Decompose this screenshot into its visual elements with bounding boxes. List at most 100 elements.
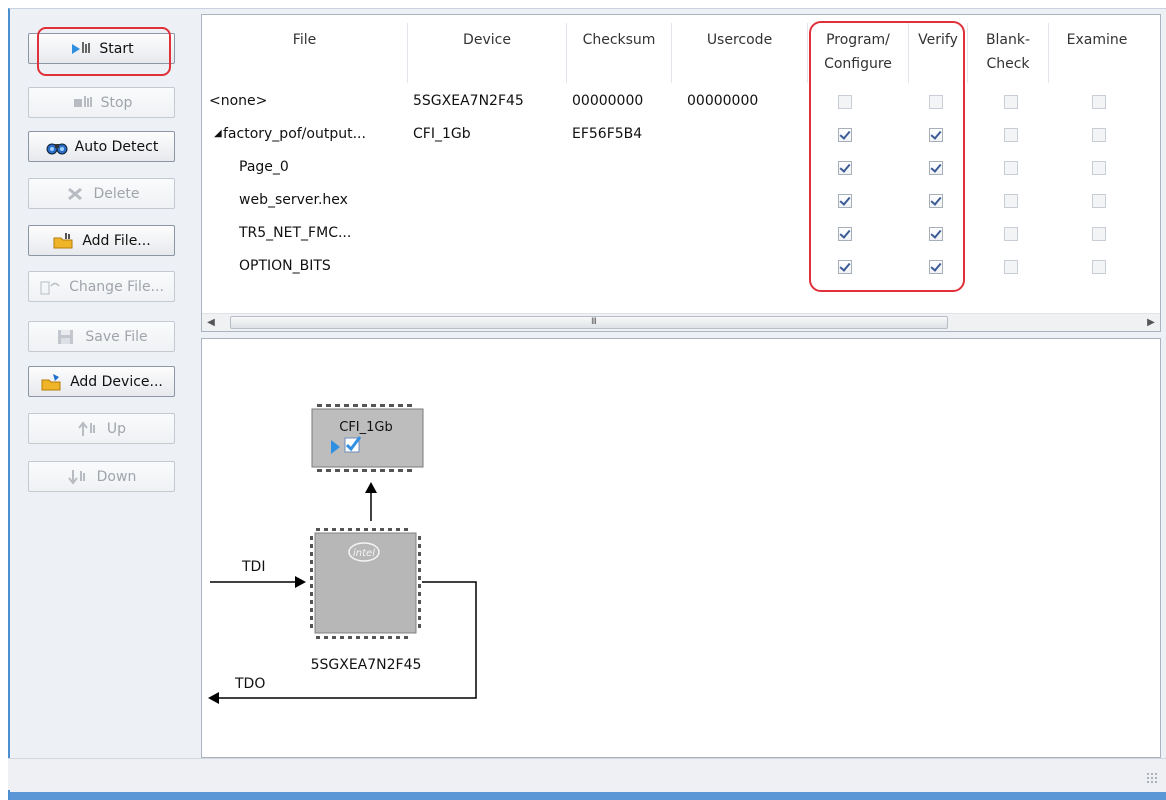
up-label: Up bbox=[106, 420, 127, 437]
blank-checkbox[interactable] bbox=[1004, 128, 1018, 142]
fpga-device-label: 5SGXEA7N2F45 bbox=[311, 657, 422, 673]
table-row[interactable]: factory_pof/output... CFI_1Gb EF56F5B4 ◢ bbox=[202, 119, 1160, 152]
stop-button[interactable]: Stop bbox=[28, 87, 175, 118]
examine-checkbox[interactable] bbox=[1092, 95, 1106, 109]
flash-checkbox-icon[interactable] bbox=[344, 436, 362, 453]
intel-logo-text: intel bbox=[353, 548, 375, 559]
scroll-left-arrow-icon[interactable]: ◀ bbox=[204, 316, 218, 330]
cell-usercode: 00000000 bbox=[687, 93, 759, 109]
cell-file: TR5_NET_FMC... bbox=[239, 225, 352, 241]
change-file-button[interactable]: Change File... bbox=[28, 271, 175, 302]
header-examine[interactable]: Examine bbox=[1049, 15, 1145, 85]
resize-grip-icon[interactable] bbox=[1146, 772, 1158, 784]
blank-checkbox[interactable] bbox=[1004, 227, 1018, 241]
add-file-label: Add File... bbox=[82, 232, 151, 249]
table-row[interactable]: TR5_NET_FMC... bbox=[202, 218, 1160, 251]
cell-file: OPTION_BITS bbox=[239, 258, 331, 274]
table-row[interactable]: OPTION_BITS bbox=[202, 251, 1160, 284]
fpga-device-node[interactable]: intel bbox=[310, 528, 421, 639]
verify-checkbox[interactable] bbox=[929, 95, 943, 109]
cell-file: factory_pof/output... bbox=[223, 126, 366, 142]
status-bar bbox=[8, 758, 1166, 790]
folder-icon bbox=[52, 231, 76, 251]
start-play-icon bbox=[69, 39, 93, 59]
table-row[interactable]: Page_0 bbox=[202, 152, 1160, 185]
scroll-grip: III bbox=[591, 317, 597, 327]
stop-label: Stop bbox=[100, 94, 133, 111]
cell-checksum: 00000000 bbox=[572, 93, 644, 109]
table-header: File Device Checksum Usercode Program/Co… bbox=[202, 15, 1160, 85]
blank-checkbox[interactable] bbox=[1004, 260, 1018, 274]
program-checkbox[interactable] bbox=[838, 260, 852, 274]
header-checksum[interactable]: Checksum bbox=[567, 15, 671, 85]
blank-checkbox[interactable] bbox=[1004, 95, 1018, 109]
up-button[interactable]: Up bbox=[28, 413, 175, 444]
program-checkbox[interactable] bbox=[838, 227, 852, 241]
cell-device: CFI_1Gb bbox=[413, 126, 471, 142]
flash-device-label: CFI_1Gb bbox=[339, 420, 393, 435]
down-button[interactable]: Down bbox=[28, 461, 175, 492]
blank-checkbox[interactable] bbox=[1004, 161, 1018, 175]
examine-checkbox[interactable] bbox=[1092, 161, 1106, 175]
examine-checkbox[interactable] bbox=[1092, 194, 1106, 208]
header-program-configure[interactable]: Program/Configure bbox=[808, 15, 908, 85]
start-button[interactable]: Start bbox=[28, 33, 175, 64]
save-disk-icon bbox=[55, 327, 79, 347]
binoculars-icon bbox=[45, 137, 69, 157]
tdo-label: TDO bbox=[234, 676, 265, 692]
cell-file: <none> bbox=[209, 93, 268, 109]
scroll-thumb[interactable]: III bbox=[230, 316, 948, 329]
verify-checkbox[interactable] bbox=[929, 128, 943, 142]
cell-device: 5SGXEA7N2F45 bbox=[413, 93, 524, 109]
flash-pins-bottom bbox=[317, 469, 412, 472]
add-file-button[interactable]: Add File... bbox=[28, 225, 175, 256]
device-file-table: File Device Checksum Usercode Program/Co… bbox=[201, 14, 1161, 332]
blank-checkbox[interactable] bbox=[1004, 194, 1018, 208]
examine-checkbox[interactable] bbox=[1092, 227, 1106, 241]
verify-checkbox[interactable] bbox=[929, 161, 943, 175]
expand-collapse-icon[interactable]: ◢ bbox=[214, 128, 222, 139]
verify-checkbox[interactable] bbox=[929, 227, 943, 241]
save-file-button[interactable]: Save File bbox=[28, 321, 175, 352]
program-checkbox[interactable] bbox=[838, 194, 852, 208]
tdi-arrow-icon bbox=[295, 576, 306, 588]
examine-checkbox[interactable] bbox=[1092, 260, 1106, 274]
chain-svg: CFI_1Gb intel 5SGXEA7N2F45 TDI TDO bbox=[208, 404, 477, 704]
up-arrow-icon bbox=[77, 419, 101, 439]
program-checkbox[interactable] bbox=[838, 128, 852, 142]
stop-icon bbox=[71, 93, 95, 113]
delete-label: Delete bbox=[93, 185, 140, 202]
header-device[interactable]: Device bbox=[408, 15, 566, 85]
cell-checksum: EF56F5B4 bbox=[572, 126, 643, 142]
verify-checkbox[interactable] bbox=[929, 260, 943, 274]
verify-checkbox[interactable] bbox=[929, 194, 943, 208]
change-file-icon bbox=[39, 277, 63, 297]
down-label: Down bbox=[96, 468, 137, 485]
program-checkbox[interactable] bbox=[838, 161, 852, 175]
fpga-to-flash-arrow-icon bbox=[365, 482, 377, 493]
cell-file: web_server.hex bbox=[239, 192, 348, 208]
horizontal-scrollbar[interactable]: ◀ III ▶ bbox=[202, 313, 1160, 331]
header-usercode[interactable]: Usercode bbox=[672, 15, 807, 85]
delete-button[interactable]: Delete bbox=[28, 178, 175, 209]
tdi-label: TDI bbox=[241, 559, 265, 575]
header-blank-check[interactable]: Blank- Check bbox=[968, 15, 1048, 85]
flash-device-node[interactable]: CFI_1Gb bbox=[311, 404, 424, 472]
jtag-chain-diagram: CFI_1Gb intel 5SGXEA7N2F45 TDI TDO bbox=[201, 338, 1161, 758]
header-verify[interactable]: Verify bbox=[909, 15, 967, 85]
down-arrow-icon bbox=[67, 467, 91, 487]
change-file-label: Change File... bbox=[69, 278, 164, 295]
header-file[interactable]: File bbox=[202, 15, 407, 85]
save-file-label: Save File bbox=[85, 328, 148, 345]
table-row[interactable]: <none> 5SGXEA7N2F45 00000000 00000000 bbox=[202, 86, 1160, 119]
table-row[interactable]: web_server.hex bbox=[202, 185, 1160, 218]
add-device-label: Add Device... bbox=[70, 373, 163, 390]
window-bottom-border bbox=[10, 792, 1166, 800]
scroll-right-arrow-icon[interactable]: ▶ bbox=[1144, 316, 1158, 330]
auto-detect-button[interactable]: Auto Detect bbox=[28, 131, 175, 162]
program-checkbox[interactable] bbox=[838, 95, 852, 109]
examine-checkbox[interactable] bbox=[1092, 128, 1106, 142]
flash-pins-top bbox=[317, 404, 412, 407]
add-device-button[interactable]: Add Device... bbox=[28, 366, 175, 397]
auto-detect-label: Auto Detect bbox=[74, 138, 159, 155]
